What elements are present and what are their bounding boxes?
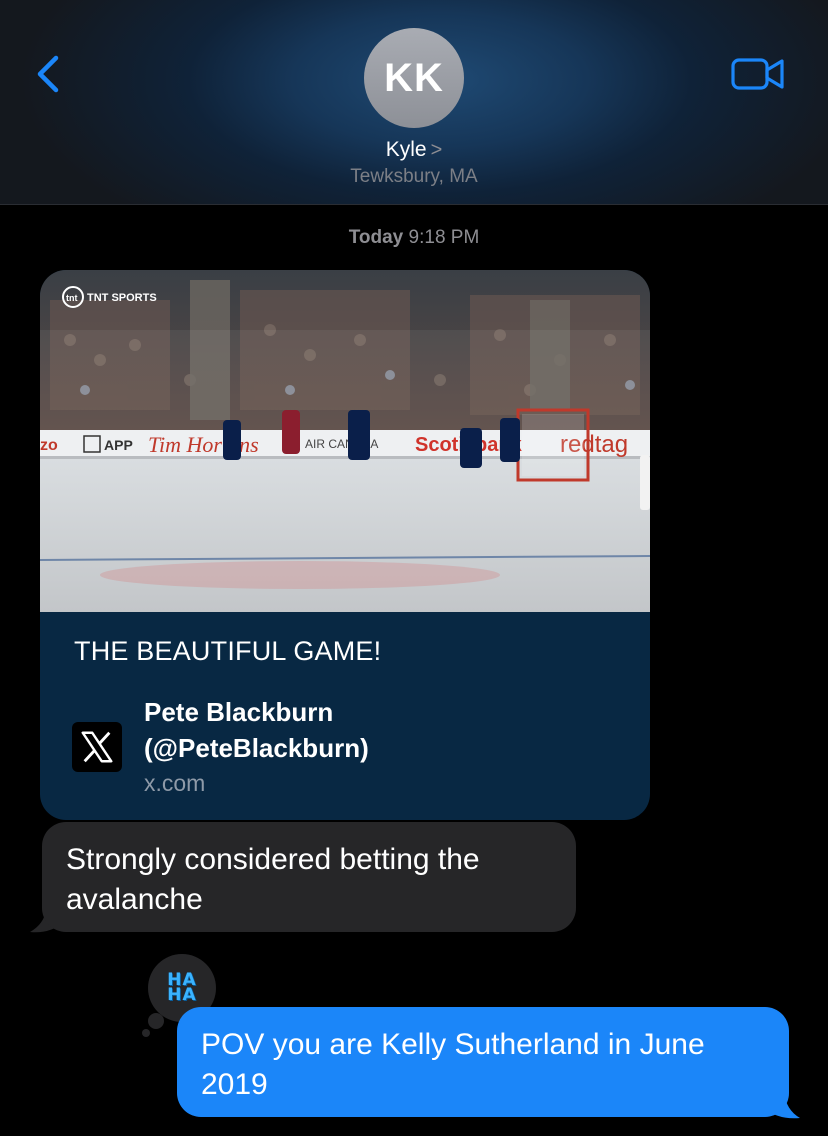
x-logo-icon: [72, 722, 122, 772]
svg-text:APP: APP: [104, 437, 133, 453]
sent-message-text: POV you are Kelly Sutherland in June 201…: [201, 1028, 705, 1101]
link-preview-domain: x.com: [144, 770, 206, 796]
broadcaster-logo: TNT SPORTS: [87, 292, 157, 304]
video-camera-icon: [731, 58, 784, 90]
author-name: Pete Blackburn: [144, 697, 334, 727]
link-preview-card[interactable]: zo APP Tim Hortons AIR CANADA Scotiabank…: [40, 270, 650, 820]
tapback-text: HA HA: [167, 970, 197, 1005]
svg-text:tnt: tnt: [66, 293, 78, 303]
message-timestamp: Today 9:18 PM: [0, 227, 828, 249]
timestamp-day: Today: [348, 227, 404, 248]
chevron-left-icon: [37, 55, 59, 93]
author-handle: (@PeteBlackburn): [144, 733, 369, 763]
tapback-dot-small: [142, 1029, 150, 1037]
contact-name-button[interactable]: Kyle >: [0, 138, 828, 162]
timestamp-time: 9:18 PM: [408, 227, 480, 248]
back-button[interactable]: [30, 50, 70, 98]
contact-name: Kyle: [385, 138, 427, 161]
chevron-right-icon: >: [430, 139, 443, 161]
link-preview-image: zo APP Tim Hortons AIR CANADA Scotiabank…: [40, 270, 650, 612]
contact-avatar[interactable]: KK: [364, 28, 464, 128]
haha-tapback-icon: HA HA: [165, 970, 199, 1005]
sent-message-bubble[interactable]: POV you are Kelly Sutherland in June 201…: [177, 1007, 789, 1117]
svg-text:zo: zo: [40, 437, 58, 454]
received-message-bubble[interactable]: Strongly considered betting the avalanch…: [42, 822, 576, 932]
link-preview-title: THE BEAUTIFUL GAME!: [74, 636, 382, 666]
svg-text:Tim Hortons: Tim Hortons: [148, 432, 259, 457]
contact-location: Tewksbury, MA: [350, 166, 478, 187]
conversation-header: KK Kyle > Tewksbury, MA: [0, 0, 828, 205]
facetime-video-button[interactable]: [730, 54, 786, 94]
link-preview-author: Pete Blackburn (@PeteBlackburn): [144, 694, 369, 766]
received-message-text: Strongly considered betting the avalanch…: [66, 843, 480, 916]
